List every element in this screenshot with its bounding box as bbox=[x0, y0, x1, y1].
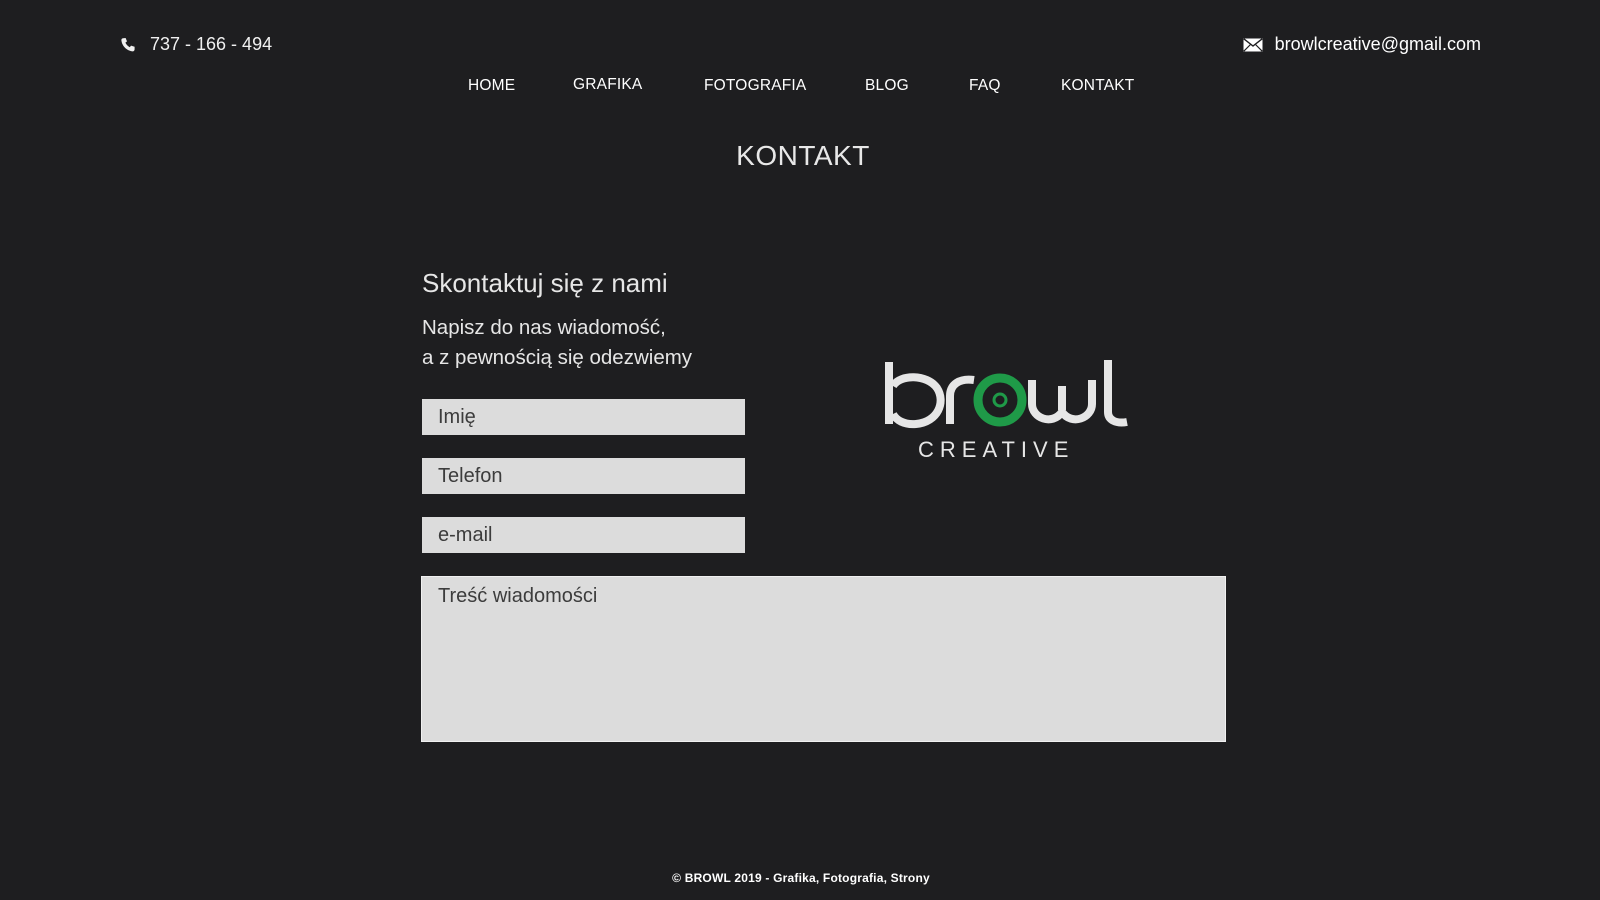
nav-item-faq[interactable]: FAQ bbox=[969, 77, 1001, 95]
message-field[interactable] bbox=[421, 576, 1226, 742]
main-nav: HOME GRAFIKA FOTOGRAFIA BLOG FAQ KONTAKT bbox=[0, 76, 1600, 99]
email-field[interactable] bbox=[422, 517, 745, 553]
contact-heading: Skontaktuj się z nami bbox=[422, 268, 668, 298]
envelope-icon bbox=[1243, 37, 1263, 52]
logo-accent-ring bbox=[973, 373, 1027, 427]
contact-subheading-line-1: Napisz do nas wiadomość, bbox=[422, 316, 666, 339]
email-contact[interactable]: browlcreative@gmail.com bbox=[1243, 34, 1481, 55]
footer-copyright: © BROWL 2019 - Grafika, Fotografia, Stro… bbox=[672, 871, 930, 885]
contact-subheading: Napisz do nas wiadomość, a z pewnością s… bbox=[422, 313, 692, 373]
email-address[interactable]: browlcreative@gmail.com bbox=[1275, 34, 1481, 55]
contact-subheading-line-2: a z pewnością się odezwiemy bbox=[422, 346, 693, 369]
browl-creative-logo: CREATIVE bbox=[882, 360, 1147, 465]
nav-item-grafika[interactable]: GRAFIKA bbox=[573, 76, 642, 94]
page: 737 - 166 - 494 browlcreative@gmail.com … bbox=[0, 0, 1600, 900]
browl-logo-graphic: CREATIVE bbox=[885, 360, 1128, 462]
name-field[interactable] bbox=[422, 399, 745, 435]
phone-number: 737 - 166 - 494 bbox=[150, 34, 273, 54]
nav-item-kontakt[interactable]: KONTAKT bbox=[1061, 77, 1134, 95]
phone-field[interactable] bbox=[422, 458, 745, 494]
nav-item-fotografia[interactable]: FOTOGRAFIA bbox=[704, 77, 806, 95]
nav-item-blog[interactable]: BLOG bbox=[865, 77, 909, 95]
phone-contact: 737 - 166 - 494 bbox=[120, 34, 272, 55]
phone-icon bbox=[120, 37, 136, 53]
logo-tagline: CREATIVE bbox=[918, 437, 1074, 462]
page-title: KONTAKT bbox=[736, 140, 870, 171]
nav-item-home[interactable]: HOME bbox=[468, 77, 515, 95]
